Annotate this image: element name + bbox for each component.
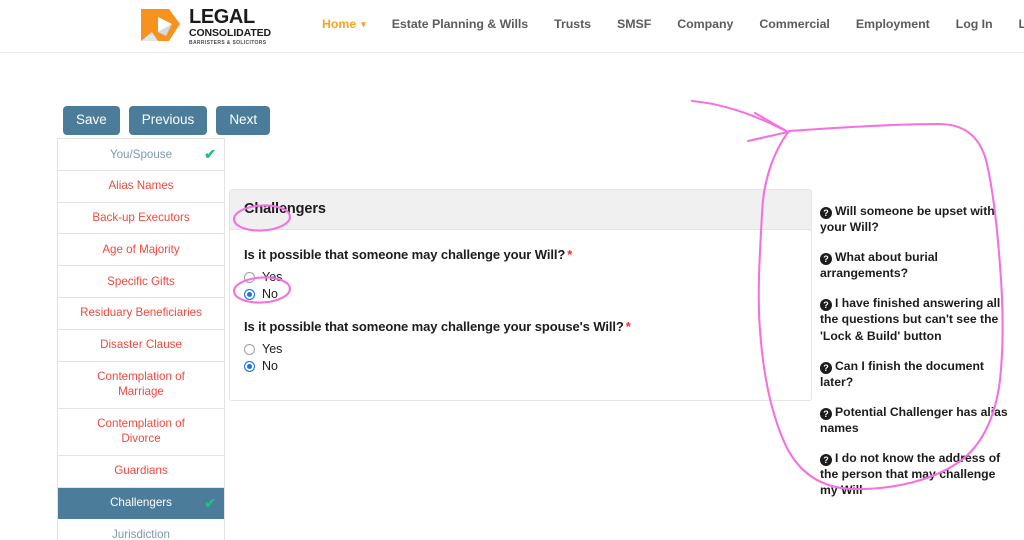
required-marker: *	[625, 319, 631, 334]
sidebar-item-contemplation-of-divorce[interactable]: Contemplation of Divorce	[58, 408, 224, 456]
question-1-option-no-label: No	[262, 287, 278, 301]
question-2-text: Is it possible that someone may challeng…	[244, 319, 624, 334]
brand-line-tagline: BARRISTERS & SOLICITORS	[189, 39, 267, 46]
sidebar-item-guardians[interactable]: Guardians	[58, 455, 224, 488]
question-2-option-no-label: No	[262, 359, 278, 373]
sidebar-item-specific-gifts[interactable]: Specific Gifts	[58, 266, 224, 298]
sidebar-item-residuary-beneficiaries[interactable]: Residuary Beneficiaries	[58, 297, 224, 330]
next-button[interactable]: Next	[216, 106, 271, 135]
question-1-option-no[interactable]: No	[244, 287, 797, 301]
radio-button-selected[interactable]	[244, 360, 255, 372]
previous-button[interactable]: Previous	[128, 106, 208, 135]
faq-item-6-label: I do not know the address of the person …	[820, 451, 1001, 498]
check-icon: ✔	[204, 494, 216, 511]
nav-item-commercial[interactable]: Commercial	[746, 17, 842, 31]
card-body: Is it possible that someone may challeng…	[230, 230, 811, 400]
brand-line-consolidated: CONSOLIDATED	[189, 27, 272, 39]
faq-item-2-label: What about burial arrangements?	[820, 250, 938, 281]
sidebar-item-back-up-executors[interactable]: Back-up Executors	[58, 202, 224, 235]
question-2-label: Is it possible that someone may challeng…	[244, 319, 797, 334]
check-icon: ✔	[204, 146, 216, 163]
question-1: Is it possible that someone may challeng…	[244, 247, 797, 301]
faq-item-5[interactable]: ? Potential Challenger has alias names	[820, 404, 1008, 436]
question-1-text: Is it possible that someone may challeng…	[244, 247, 566, 262]
question-mark-circle-icon: ?	[820, 454, 832, 467]
page-title: Challengers	[244, 201, 326, 217]
nav-item-trusts[interactable]: Trusts	[541, 17, 604, 31]
faq-item-3-label: I have finished answering all the questi…	[820, 296, 1001, 343]
radio-button[interactable]	[244, 271, 255, 283]
sidebar-item-disaster-clause[interactable]: Disaster Clause	[58, 329, 224, 362]
sidebar-item-challengers[interactable]: Challengers ✔	[58, 487, 224, 520]
sidebar-item-age-of-majority[interactable]: Age of Majority	[58, 234, 224, 267]
question-2-option-yes-label: Yes	[262, 342, 283, 356]
question-mark-circle-icon: ?	[820, 299, 832, 312]
faq-item-3[interactable]: ? I have finished answering all the quest…	[820, 295, 1008, 343]
site-header: LEGAL CONSOLIDATED BARRISTERS & SOLICITO…	[0, 0, 1024, 53]
faq-item-1[interactable]: ? Will someone be upset with your Will?	[820, 203, 1008, 235]
section-navigation-sidebar: You/Spouse ✔ Alias Names Back-up Executo…	[57, 138, 225, 540]
faq-panel: ? Will someone be upset with your Will? ?…	[820, 203, 1008, 498]
nav-item-smsf[interactable]: SMSF	[604, 17, 664, 31]
question-mark-circle-icon: ?	[820, 361, 832, 374]
question-1-label: Is it possible that someone may challeng…	[244, 247, 797, 262]
folded-page-arrow-logo-icon	[141, 9, 180, 42]
sidebar-item-contemplation-of-marriage[interactable]: Contemplation of Marriage	[58, 361, 224, 409]
faq-item-4[interactable]: ? Can I finish the document later?	[820, 358, 1008, 390]
nav-item-home-label: Home	[322, 17, 357, 31]
faq-item-5-label: Potential Challenger has alias names	[820, 404, 1008, 435]
radio-button-selected[interactable]	[244, 288, 255, 300]
question-2: Is it possible that someone may challeng…	[244, 319, 797, 373]
sidebar-item-jurisdiction[interactable]: Jurisdiction	[58, 519, 224, 540]
save-button[interactable]: Save	[63, 106, 120, 135]
faq-item-1-label: Will someone be upset with your Will?	[820, 204, 995, 235]
sidebar-item-label: Challengers	[110, 496, 172, 510]
radio-button[interactable]	[244, 343, 255, 355]
page-body: Save Previous Next You/Spouse ✔ Alias Na…	[0, 53, 1024, 540]
question-mark-circle-icon: ?	[820, 407, 832, 420]
question-2-option-no[interactable]: No	[244, 359, 797, 373]
brand-logo[interactable]: LEGAL CONSOLIDATED BARRISTERS & SOLICITO…	[136, 5, 271, 46]
sidebar-item-label: You/Spouse	[109, 147, 173, 161]
chevron-down-icon: ▾	[361, 19, 366, 29]
nav-item-home[interactable]: Home ▾	[322, 17, 379, 31]
question-mark-circle-icon: ?	[820, 207, 832, 219]
question-2-option-yes[interactable]: Yes	[244, 342, 797, 356]
faq-item-6[interactable]: ? I do not know the address of the person…	[820, 450, 1008, 498]
question-mark-circle-icon: ?	[820, 253, 832, 266]
required-marker: *	[567, 247, 573, 262]
sidebar-item-you-spouse[interactable]: You/Spouse ✔	[58, 139, 224, 171]
nav-item-estate-planning-wills[interactable]: Estate Planning & Wills	[379, 17, 541, 31]
brand-wordmark: LEGAL CONSOLIDATED BARRISTERS & SOLICITO…	[189, 5, 271, 46]
question-1-option-yes[interactable]: Yes	[244, 270, 797, 284]
brand-line-legal: LEGAL	[189, 6, 255, 28]
nav-item-log-in[interactable]: Log In	[943, 17, 1006, 31]
challengers-card: Challengers Is it possible that someone …	[229, 189, 812, 401]
form-action-bar: Save Previous Next	[63, 106, 271, 135]
nav-item-employment[interactable]: Employment	[843, 17, 943, 31]
card-header: Challengers	[230, 190, 811, 230]
faq-item-2[interactable]: ? What about burial arrangements?	[820, 249, 1008, 281]
faq-item-4-label: Can I finish the document later?	[820, 358, 984, 389]
main-navigation: Home ▾ Estate Planning & Wills Trusts SMS…	[322, 17, 1024, 31]
nav-item-log-out[interactable]: Log Out	[1006, 17, 1024, 31]
question-1-option-yes-label: Yes	[262, 270, 283, 284]
nav-item-company[interactable]: Company	[664, 17, 746, 31]
sidebar-item-alias-names[interactable]: Alias Names	[58, 170, 224, 203]
